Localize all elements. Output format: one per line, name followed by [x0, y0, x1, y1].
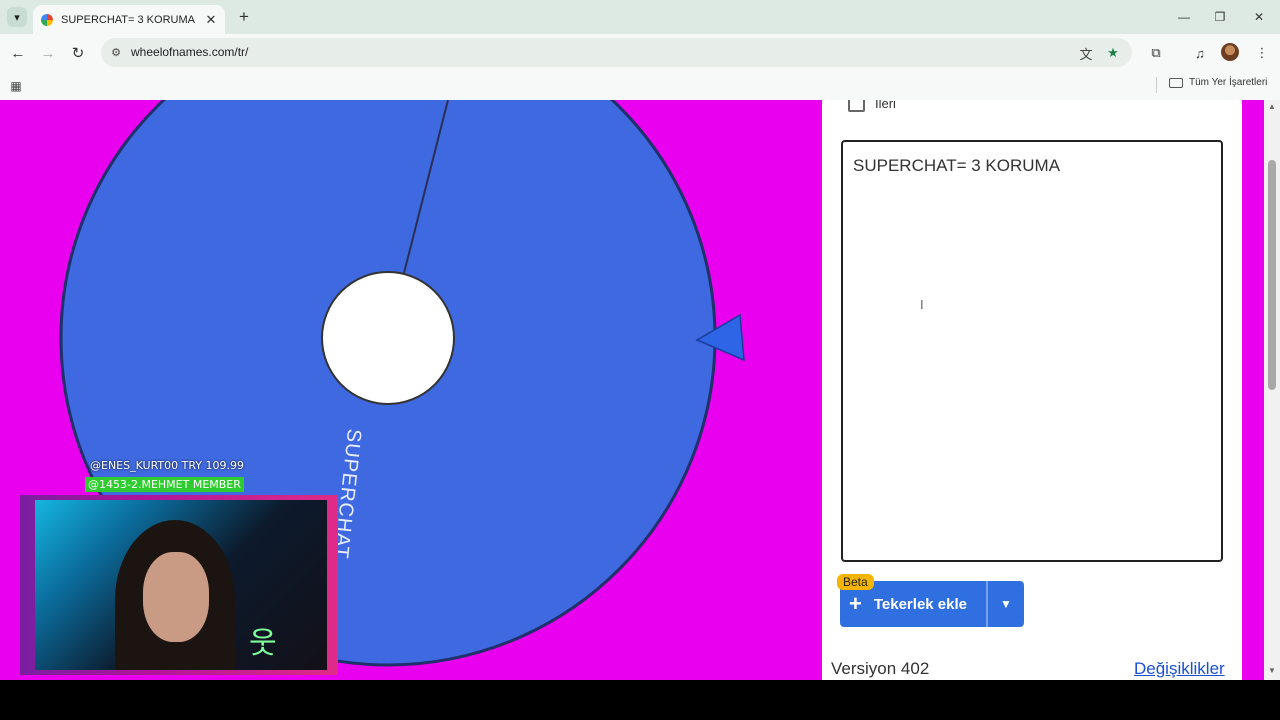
- changes-link[interactable]: Değişiklikler: [1134, 659, 1225, 679]
- add-wheel-label: Tekerlek ekle: [873, 595, 967, 613]
- extensions-icon[interactable]: ⧉: [1145, 42, 1167, 64]
- translate-icon[interactable]: 文: [1077, 44, 1095, 62]
- browser-tab[interactable]: SUPERCHAT= 3 KORUMA ✕: [33, 5, 225, 34]
- version-text: Versiyon 402: [831, 659, 930, 678]
- folder-icon: [1169, 77, 1183, 88]
- plus-icon: +: [849, 591, 862, 616]
- advanced-label: İleri: [875, 100, 896, 111]
- media-control-icon[interactable]: ♫: [1189, 42, 1211, 64]
- entries-textarea[interactable]: SUPERCHAT= 3 KORUMA I: [841, 140, 1223, 562]
- chrome-menu-icon[interactable]: ⋮: [1251, 42, 1273, 64]
- bookmarks-separator: [1156, 77, 1157, 93]
- browser-titlebar: ▾ SUPERCHAT= 3 KORUMA ✕ + — ❐ ✕: [0, 0, 1280, 34]
- scroll-down-icon[interactable]: ▼: [1268, 666, 1276, 675]
- restore-button[interactable]: ❐: [1208, 6, 1232, 28]
- back-button[interactable]: ←: [7, 42, 29, 64]
- page-edge-strip: [1242, 100, 1264, 680]
- webcam-video: 웃: [35, 500, 327, 670]
- browser-toolbar: ← → ↻ ⚙ wheelofnames.com/tr/ 文 ★ ⧉ ♫ ⋮: [0, 34, 1280, 71]
- bookmark-star-icon[interactable]: ★: [1104, 44, 1122, 62]
- taskbar-area: [0, 680, 1280, 720]
- page-scrollbar[interactable]: ▲ ▼: [1264, 100, 1280, 680]
- add-wheel-dropdown-icon[interactable]: ▼: [988, 581, 1024, 627]
- bookmarks-bar: ▦ Tüm Yer İşaretleri: [0, 71, 1280, 100]
- beta-badge: Beta: [837, 574, 874, 590]
- wheel-stage: SUPERCHAT @ENES_KURT00 TRY 109.99 @1453-…: [0, 100, 822, 680]
- new-tab-button[interactable]: +: [234, 7, 254, 27]
- webcam-overlay: 웃: [20, 495, 338, 675]
- minimize-button[interactable]: —: [1172, 6, 1196, 28]
- advanced-checkbox[interactable]: [848, 100, 865, 112]
- wheel-center-button: [321, 271, 455, 405]
- tab-title: SUPERCHAT= 3 KORUMA: [61, 13, 195, 26]
- profile-avatar[interactable]: [1221, 43, 1239, 61]
- scrollbar-thumb[interactable]: [1268, 160, 1276, 390]
- reload-button[interactable]: ↻: [67, 42, 89, 64]
- chat-overlay-line-1: @ENES_KURT00 TRY 109.99: [90, 459, 244, 472]
- close-window-button[interactable]: ✕: [1247, 6, 1271, 28]
- scroll-up-icon[interactable]: ▲: [1268, 102, 1276, 111]
- tab-search-icon[interactable]: ▾: [7, 7, 27, 27]
- apps-icon[interactable]: ▦: [9, 79, 23, 93]
- all-bookmarks-label: Tüm Yer İşaretleri: [1189, 77, 1268, 88]
- streamer-logo-icon: 웃: [249, 627, 277, 660]
- url-text[interactable]: wheelofnames.com/tr/: [131, 45, 248, 59]
- text-cursor-icon: I: [920, 297, 924, 312]
- entries-sidebar: İleri SUPERCHAT= 3 KORUMA I + Tekerlek e…: [822, 100, 1242, 680]
- page-content: SUPERCHAT @ENES_KURT00 TRY 109.99 @1453-…: [0, 100, 1280, 680]
- favicon-icon: [41, 13, 53, 26]
- forward-button[interactable]: →: [37, 42, 59, 64]
- advanced-option[interactable]: İleri: [848, 100, 896, 112]
- address-bar[interactable]: ⚙ wheelofnames.com/tr/ 文 ★: [101, 38, 1132, 67]
- webcam-person-face: [143, 552, 209, 642]
- site-info-icon[interactable]: ⚙: [109, 45, 123, 59]
- close-tab-icon[interactable]: ✕: [203, 12, 219, 28]
- all-bookmarks-button[interactable]: Tüm Yer İşaretleri: [1169, 77, 1267, 88]
- entries-text: SUPERCHAT= 3 KORUMA: [853, 156, 1061, 175]
- chat-overlay-line-2: @1453-2.MEHMET MEMBER: [85, 477, 244, 492]
